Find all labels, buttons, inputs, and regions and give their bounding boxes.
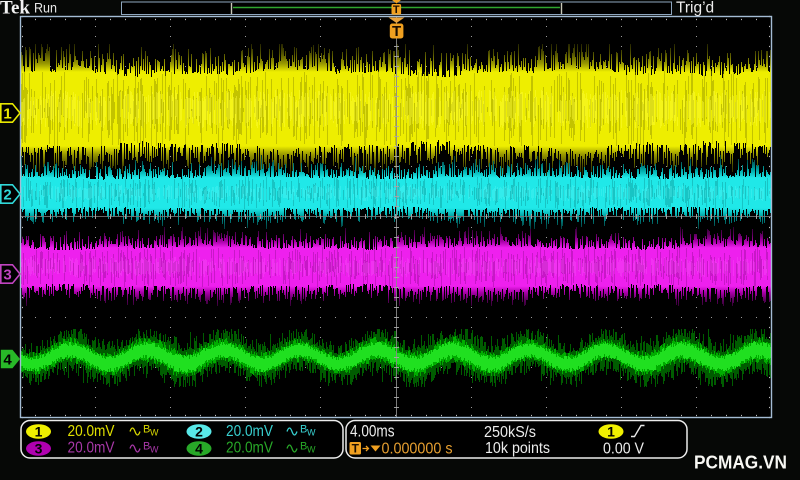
- svg-text:PCMAG.VN: PCMAG.VN: [694, 452, 787, 473]
- svg-text:2: 2: [195, 424, 203, 440]
- svg-text:20.0mV: 20.0mV: [226, 423, 274, 440]
- svg-text:4: 4: [195, 441, 203, 457]
- svg-text:W: W: [150, 445, 159, 455]
- svg-text:3: 3: [35, 441, 43, 457]
- svg-text:W: W: [307, 445, 316, 455]
- svg-text:4: 4: [3, 351, 12, 368]
- svg-text:20.0mV: 20.0mV: [68, 440, 116, 457]
- svg-text:20.0mV: 20.0mV: [68, 423, 116, 440]
- svg-text:250kS/s: 250kS/s: [484, 424, 536, 441]
- svg-text:T: T: [352, 442, 360, 456]
- svg-text:1: 1: [3, 105, 11, 122]
- svg-text:1: 1: [35, 424, 43, 440]
- svg-text:10k points: 10k points: [485, 440, 550, 457]
- svg-text:W: W: [150, 428, 159, 438]
- svg-text:Tek: Tek: [0, 0, 30, 19]
- svg-text:0.00 V: 0.00 V: [603, 441, 644, 458]
- svg-text:2: 2: [3, 186, 11, 203]
- svg-text:3: 3: [3, 266, 11, 283]
- svg-text:20.0mV: 20.0mV: [226, 440, 274, 457]
- svg-text:Run: Run: [34, 0, 57, 16]
- svg-text:T: T: [393, 4, 400, 16]
- svg-text:T: T: [392, 23, 401, 40]
- svg-text:0.000000 s: 0.000000 s: [382, 441, 453, 458]
- svg-text:1: 1: [607, 424, 615, 440]
- svg-text:W: W: [307, 428, 316, 438]
- svg-text:Trig’d: Trig’d: [676, 0, 714, 17]
- svg-text:4.00ms: 4.00ms: [350, 423, 395, 441]
